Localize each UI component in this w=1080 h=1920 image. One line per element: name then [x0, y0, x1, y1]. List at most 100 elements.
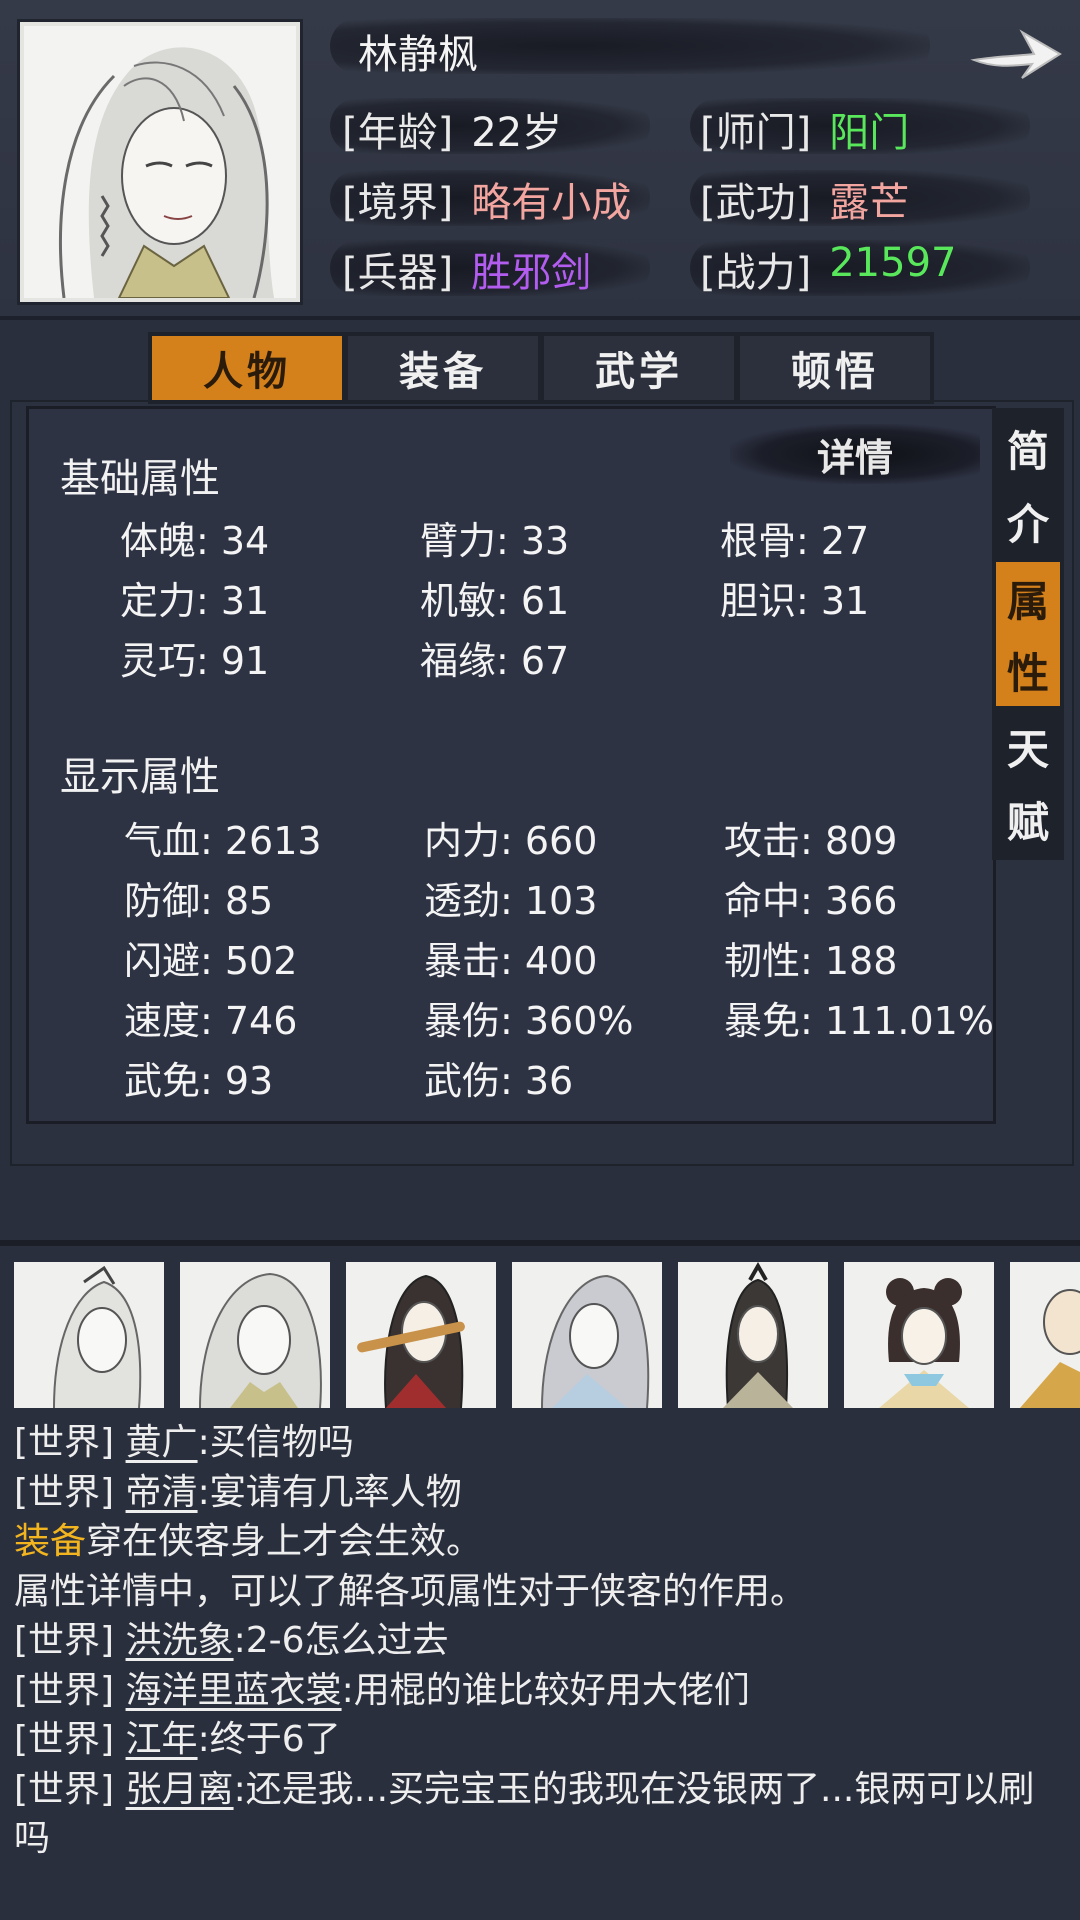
- chat-message: [世界] 江年:终于6了: [14, 1715, 1064, 1765]
- chat-username[interactable]: 洪洗象: [126, 1620, 234, 1661]
- system-tip: 装备穿在侠客身上才会生效。: [14, 1517, 1064, 1567]
- hero-avatar[interactable]: [678, 1262, 828, 1408]
- stat-display: 武伤: 36: [424, 1059, 574, 1103]
- side-tabs: 简 介 属 性 天 赋: [992, 408, 1064, 860]
- weapon-value: 胜邪剑: [471, 250, 592, 296]
- age-label: [年龄]: [342, 110, 454, 156]
- realm-row: [境界] 略有小成: [342, 170, 631, 228]
- channel-tag: [世界]: [14, 1719, 115, 1760]
- tab-martial-arts[interactable]: 武学: [544, 336, 734, 400]
- hero-roster: [14, 1262, 1080, 1408]
- chat-log[interactable]: [世界] 黄广:买信物吗 [世界] 帝清:宴请有几率人物 装备穿在侠客身上才会生…: [14, 1418, 1064, 1864]
- stat-display: 韧性: 188: [724, 939, 898, 983]
- power-label: [战力]: [700, 250, 812, 296]
- skill-label: [武功]: [700, 180, 812, 226]
- side-tab-char: 天: [1006, 725, 1049, 774]
- channel-tag: [世界]: [14, 1620, 115, 1661]
- tip-keyword[interactable]: 装备: [14, 1521, 86, 1562]
- detail-button[interactable]: 详情: [730, 424, 980, 484]
- tab-character[interactable]: 人物: [152, 336, 342, 400]
- stat-basic: 臂力: 33: [420, 519, 570, 563]
- stat-display: 命中: 366: [724, 879, 898, 923]
- stat-display: 速度: 746: [124, 999, 298, 1043]
- chat-text: :买信物吗: [197, 1422, 354, 1463]
- chat-username[interactable]: 帝清: [126, 1472, 198, 1513]
- hero-avatar[interactable]: [346, 1262, 496, 1408]
- side-tab-intro[interactable]: 简 介: [996, 412, 1060, 558]
- divider: [0, 1240, 1080, 1246]
- side-tab-char: 介: [1006, 500, 1049, 549]
- system-tip: 属性详情中，可以了解各项属性对于侠客的作用。: [14, 1567, 1064, 1617]
- sect-row: [师门] 阳门: [700, 100, 909, 158]
- chat-text: :2-6怎么过去: [233, 1620, 449, 1661]
- character-portrait[interactable]: [20, 22, 300, 302]
- chat-message: [世界] 海洋里蓝衣裳:用棍的谁比较好用大佬们: [14, 1666, 1064, 1716]
- side-tab-char: 简: [1006, 427, 1049, 476]
- hero-avatar[interactable]: [844, 1262, 994, 1408]
- channel-tag: [世界]: [14, 1471, 115, 1513]
- stat-display: 闪避: 502: [124, 939, 298, 983]
- chat-message: [世界] 张月离:还是我...买完宝玉的我现在没银两了...银两可以刷吗: [14, 1765, 1064, 1864]
- stat-display: 内力: 660: [424, 819, 598, 863]
- realm-value: 略有小成: [471, 180, 632, 226]
- stat-basic: 体魄: 34: [120, 519, 270, 563]
- chat-username[interactable]: 黄广: [126, 1422, 198, 1463]
- power-row: [战力] 21597: [700, 240, 956, 298]
- stat-display: 气血: 2613: [124, 819, 322, 863]
- tip-text: 属性详情中，可以了解各项属性对于侠客的作用。: [14, 1570, 807, 1612]
- skill-value: 露芒: [829, 180, 910, 226]
- character-name: 林静枫: [358, 32, 478, 78]
- next-arrow-icon[interactable]: [968, 20, 1064, 88]
- chat-username[interactable]: 海洋里蓝衣裳: [126, 1670, 342, 1711]
- display-attributes-title: 显示属性: [60, 754, 220, 800]
- basic-attributes-title: 基础属性: [60, 456, 220, 502]
- stat-display: 透劲: 103: [424, 879, 598, 923]
- channel-tag: [世界]: [14, 1422, 115, 1463]
- chat-text: :宴请有几率人物: [197, 1471, 462, 1513]
- stat-display: 暴击: 400: [424, 939, 598, 983]
- stat-basic: 根骨: 27: [720, 519, 870, 563]
- stat-basic: 胆识: 31: [720, 579, 870, 623]
- stat-display: 暴免: 111.01%: [724, 999, 994, 1043]
- side-tab-char: 属: [1006, 576, 1049, 626]
- stat-display: 暴伤: 360%: [424, 999, 634, 1043]
- chat-message: [世界] 帝清:宴请有几率人物: [14, 1468, 1064, 1518]
- skill-row: [武功] 露芒: [700, 170, 909, 228]
- stat-basic: 机敏: 61: [420, 579, 570, 623]
- power-value: 21597: [829, 240, 957, 286]
- character-header: 林静枫 [年龄] 22岁 [师门] 阳门 [境界] 略有小成 [武功] 露芒 […: [0, 0, 1080, 320]
- stat-display: 武免: 93: [124, 1059, 274, 1103]
- hero-avatar[interactable]: [512, 1262, 662, 1408]
- side-tab-char: 性: [1006, 648, 1049, 698]
- stat-display: 防御: 85: [124, 879, 274, 923]
- side-tab-char: 赋: [1006, 798, 1049, 847]
- chat-username[interactable]: 江年: [126, 1719, 198, 1760]
- tip-text: 穿在侠客身上才会生效。: [86, 1521, 483, 1562]
- channel-tag: [世界]: [14, 1669, 115, 1711]
- tab-equipment[interactable]: 装备: [348, 336, 538, 400]
- chat-text: :终于6了: [197, 1719, 341, 1760]
- channel-tag: [世界]: [14, 1768, 115, 1810]
- side-tab-talent[interactable]: 天 赋: [996, 710, 1060, 856]
- age-value: 22岁: [471, 110, 563, 156]
- chat-username[interactable]: 张月离: [126, 1769, 234, 1810]
- sect-label: [师门]: [700, 110, 812, 156]
- hero-avatar[interactable]: [14, 1262, 164, 1408]
- tab-enlightenment[interactable]: 顿悟: [740, 336, 930, 400]
- stat-display: 攻击: 809: [724, 819, 898, 863]
- stat-basic: 福缘: 67: [420, 639, 570, 683]
- chat-message: [世界] 黄广:买信物吗: [14, 1418, 1064, 1468]
- sect-value: 阳门: [829, 110, 910, 156]
- weapon-label: [兵器]: [342, 250, 454, 296]
- side-tab-attributes[interactable]: 属 性: [996, 562, 1060, 706]
- realm-label: [境界]: [342, 180, 454, 226]
- age-row: [年龄] 22岁: [342, 100, 562, 158]
- weapon-row: [兵器] 胜邪剑: [342, 240, 591, 298]
- hero-avatar[interactable]: [1010, 1262, 1080, 1408]
- main-tabs: 人物 装备 武学 顿悟: [148, 332, 934, 404]
- stat-basic: 定力: 31: [120, 579, 270, 623]
- stat-basic: 灵巧: 91: [120, 639, 270, 683]
- chat-text: :用棍的谁比较好用大佬们: [341, 1669, 750, 1711]
- chat-message: [世界] 洪洗象:2-6怎么过去: [14, 1616, 1064, 1666]
- hero-avatar[interactable]: [180, 1262, 330, 1408]
